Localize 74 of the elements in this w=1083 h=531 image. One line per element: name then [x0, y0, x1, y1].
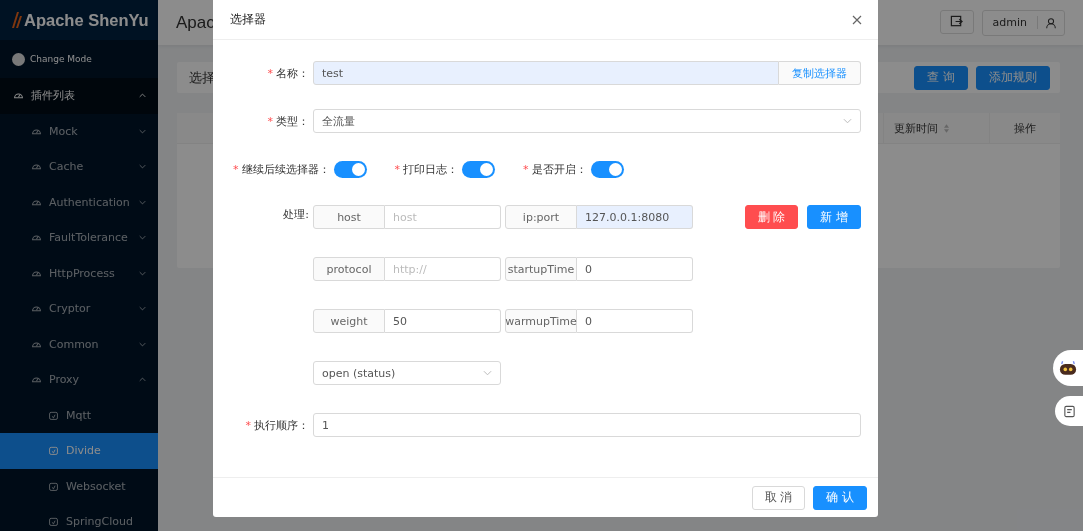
export-icon	[950, 15, 964, 28]
menu-item[interactable]: Websocket	[0, 468, 158, 504]
export-button[interactable]	[939, 9, 974, 34]
column-header[interactable]: 操作	[989, 113, 1060, 143]
switch-label: 是否开启：	[531, 162, 587, 176]
toggle-switch[interactable]	[462, 160, 495, 178]
close-icon	[852, 14, 862, 25]
chevron-down-icon	[483, 370, 492, 376]
field-label: 类型：	[276, 114, 309, 128]
menu-group[interactable]: 插件列表	[0, 78, 158, 114]
handle-button[interactable]: 新 增	[807, 205, 861, 229]
field-label: 处理:	[283, 208, 309, 221]
menu-group[interactable]: Authentication	[0, 184, 158, 220]
notes-button[interactable]	[1055, 396, 1083, 426]
change-mode-toggle[interactable]: Change Mode	[0, 40, 158, 78]
handle-field[interactable]: 0	[577, 257, 693, 281]
type-select[interactable]: 全流量	[313, 109, 861, 133]
menu-group[interactable]: Cryptor	[0, 291, 158, 327]
field-addon: host	[313, 205, 385, 229]
toggle-switch[interactable]	[333, 160, 367, 178]
handle-field[interactable]: 0	[577, 309, 693, 333]
field-addon: startupTime	[505, 257, 577, 281]
footer-button[interactable]: 确 认	[813, 485, 867, 510]
menu-group[interactable]: Proxy	[0, 362, 158, 398]
required-mark: *	[523, 162, 529, 176]
status-select[interactable]: open (status)	[313, 361, 501, 385]
footer-button[interactable]: 取 消	[751, 485, 806, 510]
field-addon: warmupTime	[505, 309, 577, 333]
field-addon: ip:port	[505, 205, 577, 229]
menu-group[interactable]: Cache	[0, 149, 158, 185]
caret-up-icon	[139, 93, 146, 99]
dashboard-icon	[13, 90, 24, 102]
search-label: 选择	[189, 68, 215, 87]
required-mark: *	[245, 418, 251, 432]
robot-icon	[1059, 360, 1077, 376]
menu-item[interactable]: Mqtt	[0, 397, 158, 433]
chevron-down-icon	[843, 118, 852, 124]
plugin-icon	[48, 445, 59, 457]
field-label: 名称：	[276, 66, 309, 80]
menu-group[interactable]: FaultTolerance	[0, 220, 158, 256]
menu-group[interactable]: HttpProcess	[0, 255, 158, 291]
handle-field[interactable]: 50	[385, 309, 501, 333]
page-title: Apac	[176, 12, 215, 33]
menu-item[interactable]: Divide	[0, 433, 158, 469]
user-name: admin	[982, 16, 1038, 29]
copy-selector-button[interactable]: 复制选择器	[779, 61, 861, 85]
switch-label: 继续后续选择器：	[241, 162, 330, 176]
menu-group[interactable]: Mock	[0, 113, 158, 149]
handle-field[interactable]: 127.0.0.1:8080	[577, 205, 693, 229]
user-menu[interactable]: admin	[981, 9, 1065, 36]
toolbar-button[interactable]: 添加规则	[976, 65, 1050, 90]
dialog-title: 选择器	[230, 11, 266, 28]
column-header[interactable]: 更新时间	[883, 113, 989, 143]
handle-field[interactable]: http://	[385, 257, 501, 281]
field-label: 执行顺序：	[254, 418, 309, 432]
name-field[interactable]: test	[313, 61, 779, 85]
toolbar-button[interactable]: 查 询	[914, 65, 968, 90]
sort-icon	[944, 123, 949, 133]
handle-button[interactable]: 删 除	[744, 205, 799, 229]
order-field[interactable]: 1	[313, 413, 861, 437]
logo-text: Apache ShenYu	[24, 10, 149, 30]
required-mark: *	[267, 66, 273, 80]
required-mark: *	[394, 162, 400, 176]
toggle-switch[interactable]	[590, 160, 624, 178]
menu-item[interactable]: SpringCloud	[0, 504, 158, 531]
required-mark: *	[267, 114, 273, 128]
field-addon: weight	[313, 309, 385, 333]
document-icon	[1062, 404, 1076, 418]
field-addon: protocol	[313, 257, 385, 281]
assistant-button[interactable]	[1053, 350, 1083, 386]
menu-group[interactable]: Common	[0, 326, 158, 362]
handle-field[interactable]: host	[385, 205, 501, 229]
required-mark: *	[233, 162, 239, 176]
switch-label: 打印日志：	[403, 162, 458, 176]
